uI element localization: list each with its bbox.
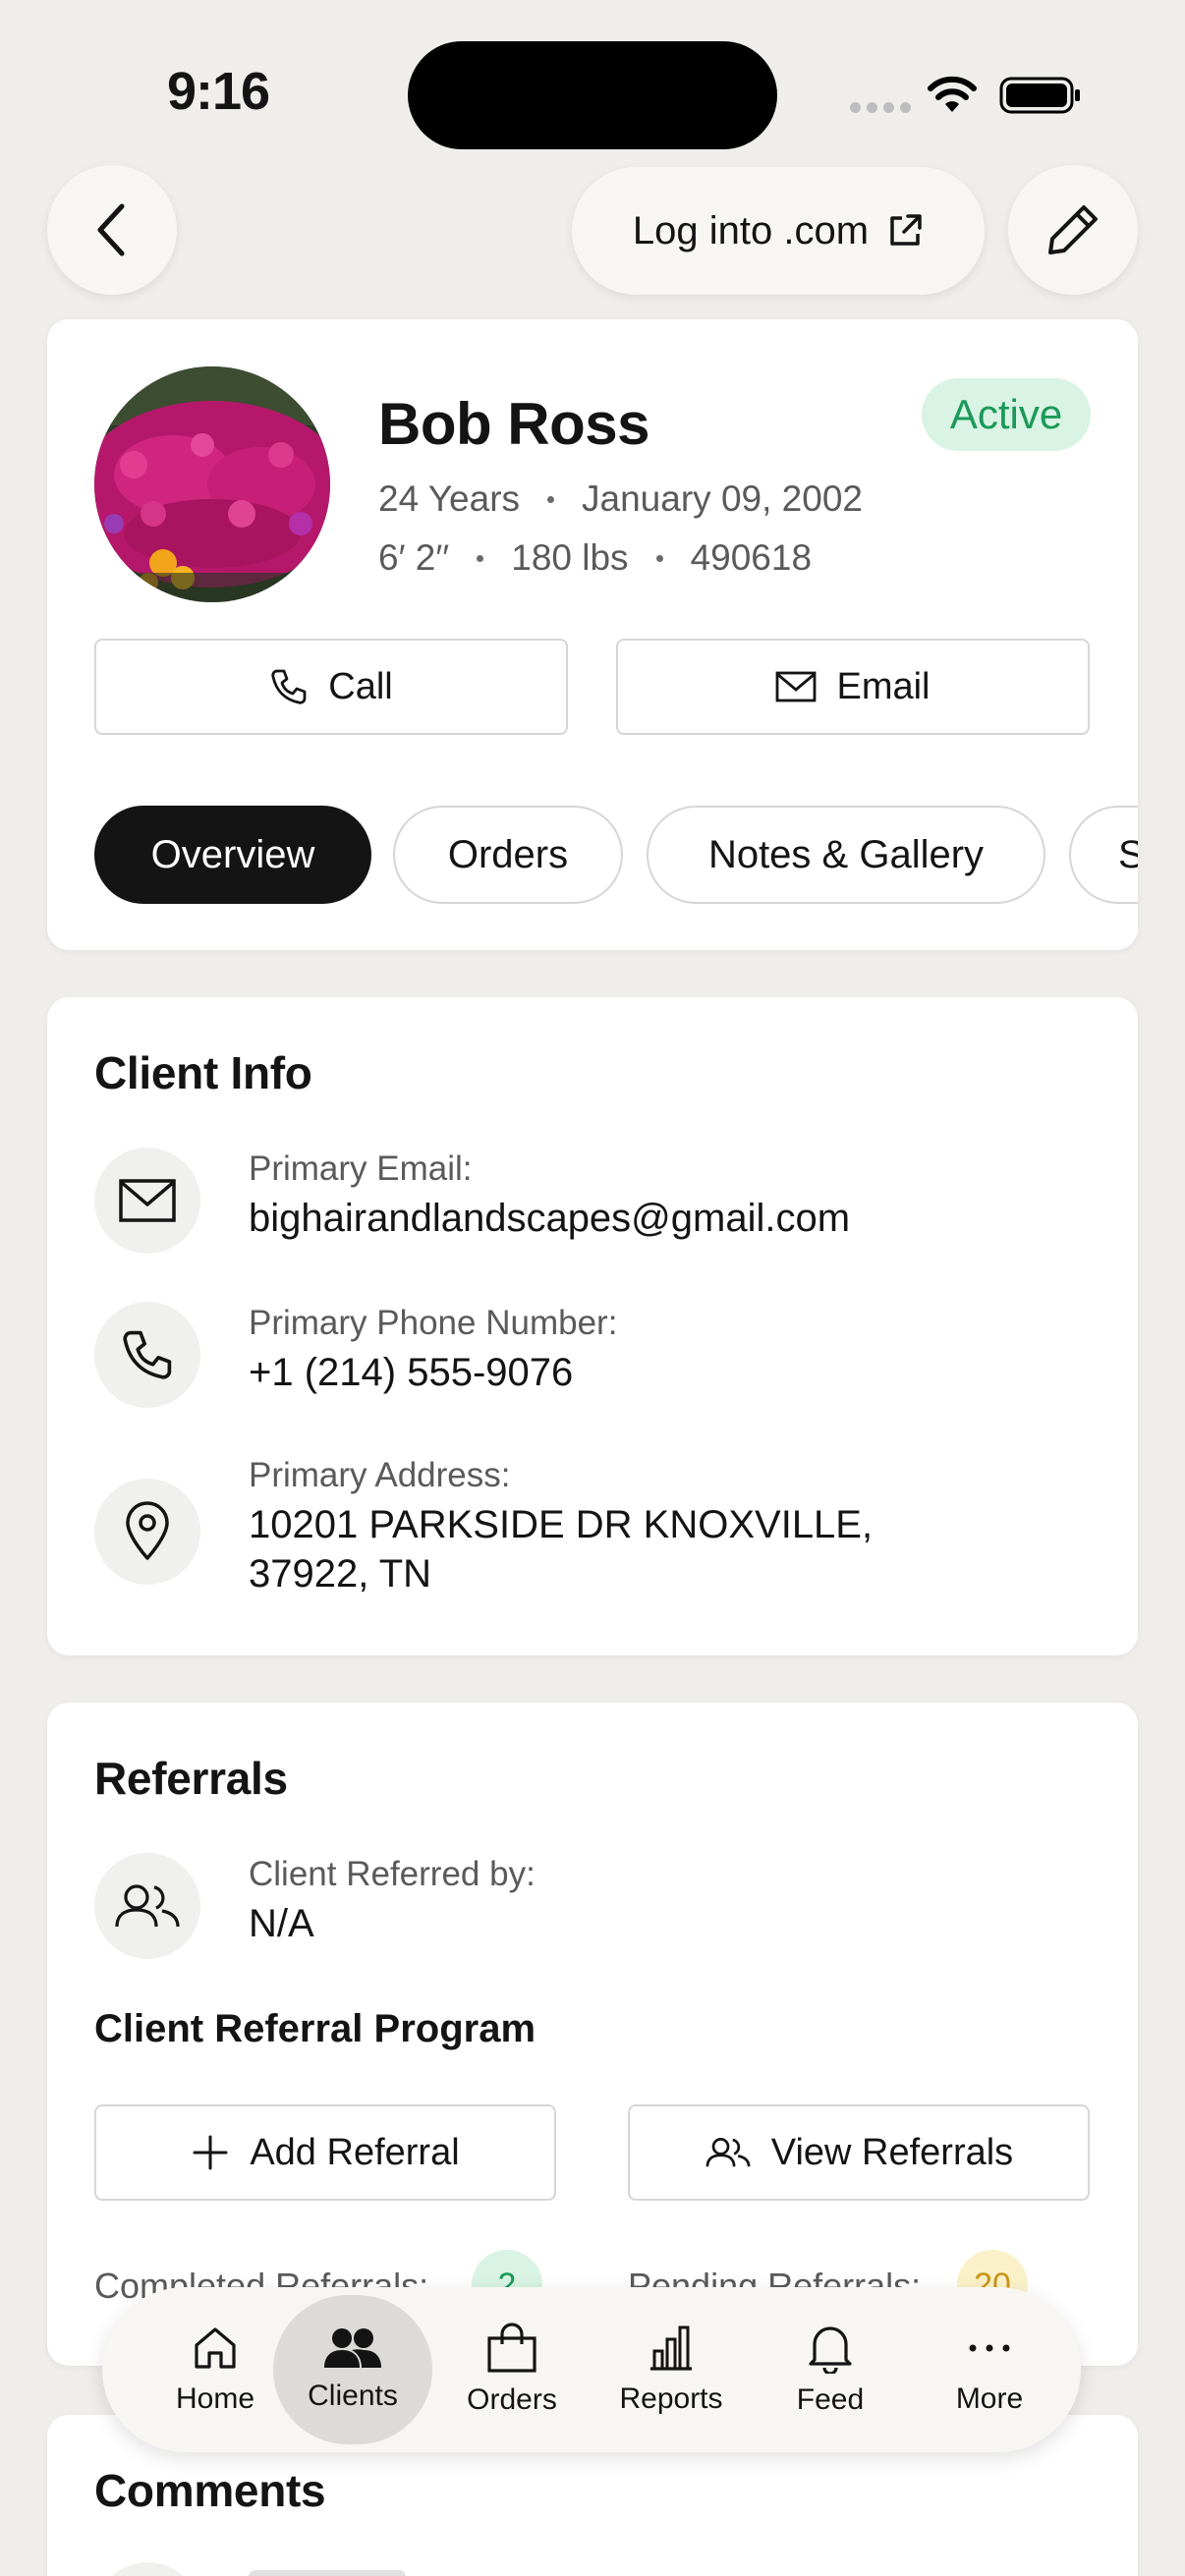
phone-icon <box>120 1327 175 1382</box>
email-button[interactable]: Email <box>616 639 1090 735</box>
client-info-card: Client Info Primary Email: bighairandlan… <box>47 997 1138 1655</box>
bell-icon <box>807 2323 854 2374</box>
separator-dot <box>655 554 663 562</box>
bag-icon <box>485 2323 538 2374</box>
edit-button[interactable] <box>1008 165 1138 295</box>
comment-icon-circle <box>94 2562 200 2576</box>
tab-more-partial[interactable]: S <box>1069 806 1138 904</box>
primary-address-line1: 10201 PARKSIDE DR KNOXVILLE, <box>249 1503 874 1546</box>
users-icon <box>322 2326 383 2370</box>
location-icon-circle <box>94 1479 200 1585</box>
back-button[interactable] <box>47 165 177 295</box>
mail-icon <box>119 1179 176 1222</box>
status-badge: Active <box>922 378 1091 451</box>
phone-icon-circle <box>94 1302 200 1408</box>
call-label: Call <box>328 665 393 707</box>
nav-reports[interactable]: Reports <box>592 2295 751 2444</box>
nav-orders-label: Orders <box>467 2383 557 2416</box>
primary-email-value[interactable]: bighairandlandscapes@gmail.com <box>249 1194 850 1243</box>
client-info-title: Client Info <box>94 1047 312 1098</box>
referrals-title: Referrals <box>94 1753 288 1804</box>
separator-dot <box>477 554 484 562</box>
client-age: 24 Years <box>378 478 521 519</box>
dynamic-island <box>408 41 777 149</box>
nav-clients[interactable]: Clients <box>273 2295 432 2444</box>
status-time: 9:16 <box>167 62 270 121</box>
nav-feed[interactable]: Feed <box>751 2295 910 2444</box>
pencil-icon <box>1044 201 1101 258</box>
battery-icon <box>999 77 1082 114</box>
view-referrals-label: View Referrals <box>770 2131 1014 2173</box>
client-meta-row-2: 6′ 2′′ 180 lbs 490618 <box>378 537 812 579</box>
comments-title: Comments <box>94 2465 326 2516</box>
nav-home-label: Home <box>175 2382 255 2415</box>
signal-icon <box>850 102 911 113</box>
external-link-icon <box>886 212 924 250</box>
primary-phone-value[interactable]: +1 (214) 555-9076 <box>249 1348 573 1397</box>
referral-program-title: Client Referral Program <box>94 2007 536 2050</box>
primary-address-label: Primary Address: <box>249 1456 511 1494</box>
nav-feed-label: Feed <box>796 2383 865 2416</box>
separator-dot <box>547 495 555 503</box>
email-label: Email <box>836 665 931 707</box>
phone-icon <box>269 667 309 706</box>
bar-chart-icon <box>647 2324 696 2373</box>
referred-by-label: Client Referred by: <box>249 1855 536 1893</box>
users-icon <box>705 2136 752 2169</box>
nav-clients-label: Clients <box>308 2380 398 2412</box>
log-into-site-button[interactable]: Log into .com <box>572 167 985 295</box>
nav-home[interactable]: Home <box>136 2295 295 2444</box>
call-button[interactable]: Call <box>94 639 568 735</box>
referred-by-icon-circle <box>94 1853 200 1959</box>
log-into-label: Log into .com <box>632 208 870 252</box>
plus-icon <box>191 2133 230 2172</box>
wifi-icon <box>926 75 979 114</box>
add-referral-button[interactable]: Add Referral <box>94 2104 556 2201</box>
avatar <box>94 366 330 602</box>
primary-email-label: Primary Email: <box>249 1149 473 1188</box>
add-referral-label: Add Referral <box>250 2131 460 2173</box>
email-icon-circle <box>94 1148 200 1254</box>
client-birthdate: January 09, 2002 <box>582 478 863 519</box>
tab-orders[interactable]: Orders <box>393 806 623 904</box>
bottom-nav: Home Clients Orders Reports Feed More <box>102 2287 1081 2452</box>
primary-address-line2: 37922, TN <box>249 1552 432 1596</box>
home-icon <box>191 2324 240 2373</box>
nav-more-label: More <box>955 2382 1024 2415</box>
client-weight: 180 lbs <box>511 537 629 578</box>
nav-reports-label: Reports <box>619 2382 723 2415</box>
comment-preview <box>249 2570 406 2576</box>
tab-notes-gallery[interactable]: Notes & Gallery <box>647 806 1045 904</box>
referrals-card: Referrals Client Referred by: N/A Client… <box>47 1703 1138 2366</box>
chevron-left-icon <box>92 202 132 257</box>
map-pin-icon <box>124 1501 171 1562</box>
client-name: Bob Ross <box>378 391 650 457</box>
nav-orders[interactable]: Orders <box>432 2295 592 2444</box>
client-id: 490618 <box>690 537 813 578</box>
mail-icon <box>775 671 817 702</box>
users-icon <box>113 1881 182 1931</box>
profile-card: Bob Ross Active 24 Years January 09, 200… <box>47 319 1138 950</box>
referred-by-value: N/A <box>249 1902 314 1945</box>
client-height: 6′ 2′′ <box>378 537 450 578</box>
more-icon <box>965 2324 1014 2373</box>
primary-phone-label: Primary Phone Number: <box>249 1304 618 1342</box>
view-referrals-button[interactable]: View Referrals <box>628 2104 1090 2201</box>
tab-overview[interactable]: Overview <box>94 806 371 904</box>
client-meta-row-1: 24 Years January 09, 2002 <box>378 478 863 520</box>
nav-more[interactable]: More <box>910 2295 1069 2444</box>
